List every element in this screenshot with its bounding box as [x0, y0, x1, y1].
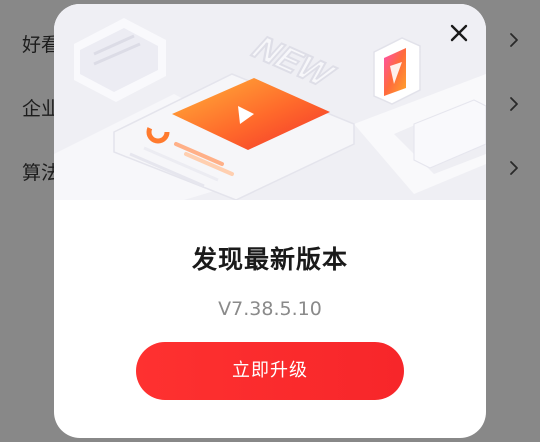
list-item-label: 算法 [22, 162, 56, 184]
list-item-label: 好看 [22, 34, 56, 56]
app-logo-icon [373, 37, 421, 105]
upgrade-now-button[interactable]: 立即升级 [136, 342, 404, 400]
version-text: V7.38.5.10 [218, 298, 322, 320]
dialog-title: 发现最新版本 [191, 245, 348, 274]
chevron-right-icon [510, 97, 518, 111]
update-dialog: NEW 发现最新版本 V7.38.5.10 立即升级 [54, 4, 486, 438]
update-screen: 好看 企业 算法 NEW 发现最新版本 V7.38.5.10 立即升级 [0, 0, 540, 442]
new-version-illustration: NEW [54, 4, 486, 200]
chevron-right-icon [510, 33, 518, 47]
chevron-right-icon [510, 161, 518, 175]
close-icon[interactable] [444, 18, 474, 48]
list-item-label: 企业 [22, 98, 56, 120]
